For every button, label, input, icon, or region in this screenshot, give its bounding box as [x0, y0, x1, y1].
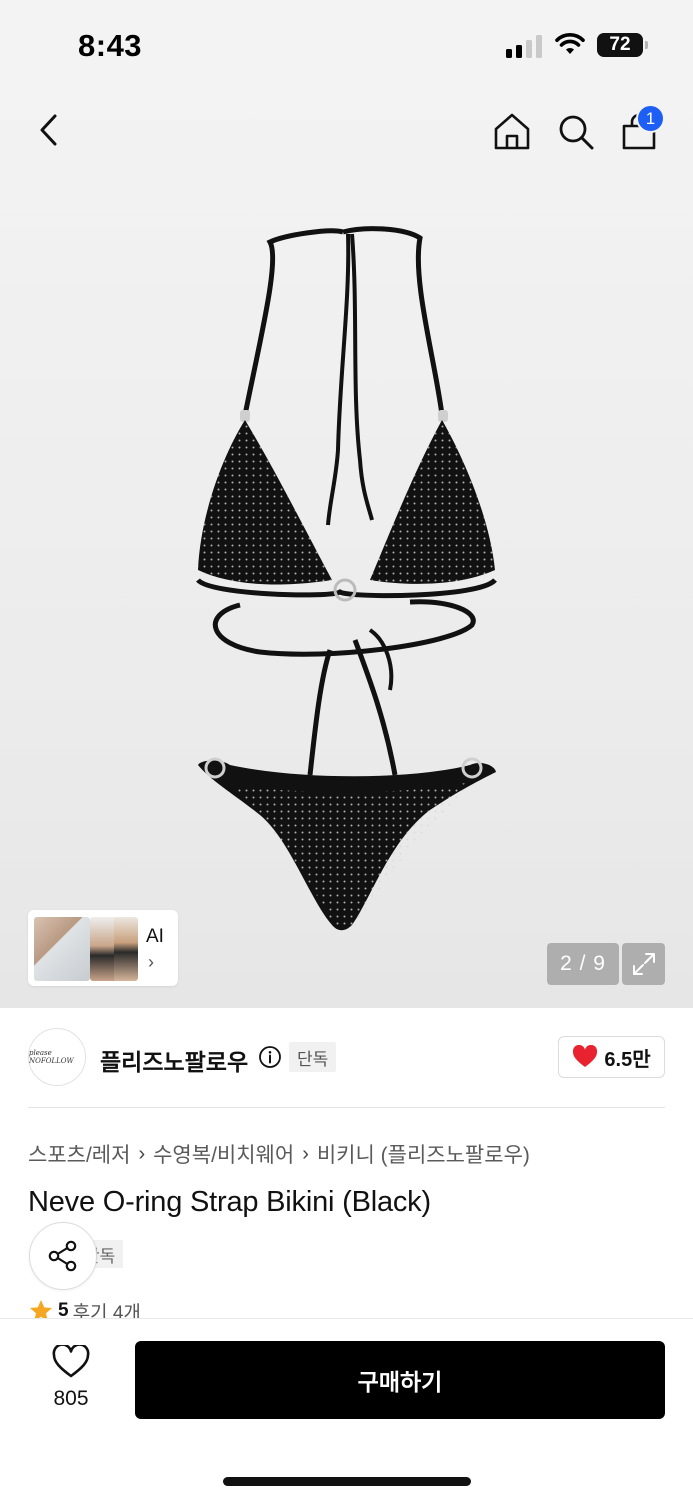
info-icon[interactable]	[258, 1045, 282, 1069]
expand-image-button[interactable]	[622, 943, 665, 985]
brand-like-button[interactable]: 6.5만	[558, 1036, 665, 1078]
chevron-right-icon: ›	[302, 1142, 309, 1165]
product-gallery[interactable]: 1 AI › 2 / 9	[0, 90, 693, 1008]
home-indicator[interactable]	[223, 1477, 471, 1486]
brand-name[interactable]: 플리즈노팔로우	[100, 1043, 248, 1077]
wishlist-count: 805	[53, 1387, 89, 1410]
ai-label: AI	[146, 926, 164, 947]
image-page-counter: 2 / 9	[547, 943, 619, 985]
expand-icon	[632, 953, 655, 975]
breadcrumb-item[interactable]: 스포츠/레저	[28, 1139, 130, 1169]
wifi-icon	[555, 33, 585, 54]
buy-button[interactable]: 구매하기	[135, 1341, 665, 1419]
ai-model-thumbnails	[32, 915, 138, 981]
share-icon	[48, 1240, 77, 1272]
chevron-right-icon: ›	[138, 1142, 146, 1165]
ai-fitting-thumbnail[interactable]: AI ›	[28, 910, 178, 986]
divider	[28, 1107, 665, 1108]
cart-count-badge: 1	[636, 104, 665, 133]
brand-row: please NOFOLLOW 플리즈노팔로우 단독 6.5만	[28, 1028, 665, 1088]
exclusive-badge: 단독	[289, 1042, 337, 1072]
battery-indicator: 72	[597, 33, 648, 57]
home-icon[interactable]	[490, 110, 534, 154]
product-title: Neve O-ring Strap Bikini (Black)	[28, 1186, 431, 1218]
brand-logo[interactable]: please NOFOLLOW	[28, 1028, 86, 1086]
share-button[interactable]	[29, 1222, 97, 1290]
cellular-signal-icon	[506, 34, 542, 58]
brand-like-count: 6.5만	[604, 1048, 651, 1071]
brand-logo-text: please NOFOLLOW	[29, 1049, 74, 1065]
chevron-right-icon: ›	[148, 952, 154, 972]
breadcrumb: 스포츠/레저 › 수영복/비치웨어 › 비키니 (플리즈노팔로우)	[28, 1139, 530, 1169]
breadcrumb-item[interactable]: 수영복/비치웨어	[153, 1139, 294, 1169]
back-icon[interactable]	[30, 110, 70, 150]
search-icon[interactable]	[554, 110, 598, 154]
wishlist-button[interactable]: 805	[40, 1345, 102, 1421]
bottom-action-bar: 805 구매하기	[0, 1318, 693, 1500]
breadcrumb-item[interactable]: 비키니 (플리즈노팔로우)	[317, 1139, 530, 1169]
status-time: 8:43	[78, 28, 143, 63]
heart-outline-icon	[52, 1345, 90, 1378]
product-image	[196, 226, 497, 931]
status-bar: 8:43 72	[0, 0, 693, 90]
heart-icon	[573, 1045, 598, 1067]
